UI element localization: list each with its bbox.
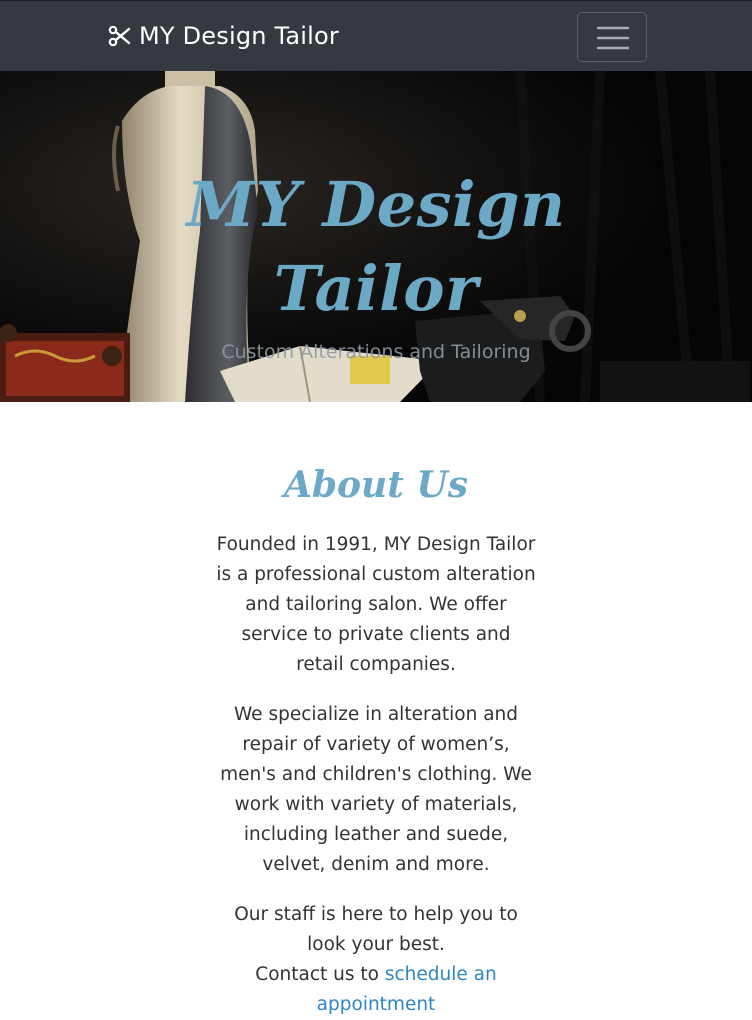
hero-title: MY Design Tailor [0, 163, 752, 331]
about-paragraph: Founded in 1991, MY Design Tailor is a p… [216, 534, 536, 675]
about-heading: About Us [283, 464, 469, 506]
hero-subtitle: Custom Alterations and Tailoring [221, 341, 531, 363]
hero-title-line1: MY Design [186, 168, 566, 241]
hero-title-line2: Tailor [273, 252, 479, 325]
top-navbar: MY Design Tailor [0, 0, 752, 71]
hamburger-menu-icon [597, 26, 629, 50]
scissors-icon [108, 25, 131, 47]
navbar-toggle-button[interactable] [577, 12, 647, 62]
hero-banner: MY Design Tailor Custom Alterations and … [0, 71, 752, 402]
contact-prefix: Contact us to [255, 964, 379, 985]
about-staff-text: Our staff is here to help you to look yo… [234, 904, 518, 955]
about-paragraph: We specialize in alteration and repair o… [220, 704, 532, 875]
brand-link[interactable]: MY Design Tailor [107, 18, 339, 54]
about-paragraph: Our staff is here to help you to look yo… [216, 900, 536, 1020]
brand-text: MY Design Tailor [139, 22, 339, 50]
about-body: Founded in 1991, MY Design Tailor is a p… [216, 530, 536, 1020]
about-section: About Us Founded in 1991, MY Design Tail… [0, 402, 752, 1015]
